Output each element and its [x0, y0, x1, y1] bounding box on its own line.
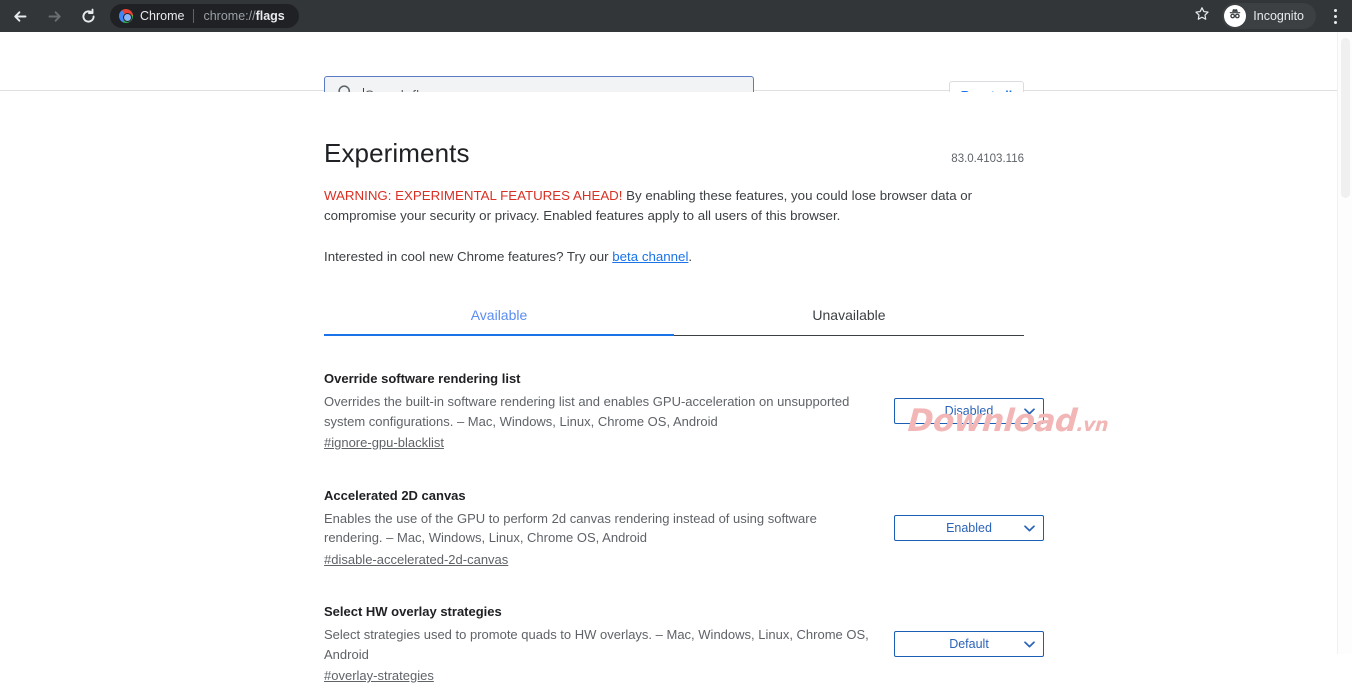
flags-page: Search flags Reset all Experiments 83.0.…: [0, 32, 1352, 683]
chrome-menu-button[interactable]: [1322, 2, 1348, 30]
back-button[interactable]: [6, 2, 34, 30]
flag-row: Override software rendering list Overrid…: [324, 336, 1044, 453]
warning-paragraph: WARNING: EXPERIMENTAL FEATURES AHEAD! By…: [324, 186, 984, 226]
flag-select-holder: Enabled: [894, 514, 1044, 541]
star-icon: [1194, 6, 1210, 27]
flag-anchor-link[interactable]: #overlay-strategies: [324, 666, 434, 686]
flag-select-holder: Default: [894, 631, 1044, 657]
flag-select-wrapper: Disabled: [894, 398, 1044, 424]
address-bar[interactable]: Chrome chrome://flags: [110, 4, 299, 28]
flag-title: Override software rendering list: [324, 371, 521, 386]
scrollbar-thumb[interactable]: [1341, 38, 1350, 198]
url-text: chrome://flags: [203, 9, 284, 23]
flag-title: Accelerated 2D canvas: [324, 487, 466, 503]
beta-channel-link[interactable]: beta channel: [612, 249, 688, 264]
flags-list: Override software rendering list Overrid…: [324, 336, 1044, 686]
beta-prefix-text: Interested in cool new Chrome features? …: [324, 249, 613, 264]
flag-state-select[interactable]: Enabled: [894, 514, 1044, 541]
flag-description-text: Select strategies used to promote quads …: [324, 627, 869, 662]
flag-description: Overrides the built-in software renderin…: [324, 392, 870, 453]
incognito-indicator[interactable]: Incognito: [1222, 3, 1316, 29]
flag-select-holder: Disabled: [894, 398, 1044, 424]
flag-title: Select HW overlay strategies: [324, 604, 502, 619]
flags-inner-column: Experiments 83.0.4103.116 WARNING: EXPER…: [324, 92, 1044, 686]
tab-unavailable[interactable]: Unavailable: [674, 295, 1024, 335]
incognito-avatar: [1224, 5, 1247, 27]
incognito-label: Incognito: [1253, 9, 1304, 23]
flag-text-block: Override software rendering list Overrid…: [324, 370, 870, 453]
toolbar-right-actions: Incognito: [1188, 2, 1352, 30]
browser-toolbar: Chrome chrome://flags Incognito: [0, 0, 1352, 32]
url-scheme: chrome://: [203, 9, 256, 23]
reload-button[interactable]: [74, 2, 102, 30]
flag-anchor-link[interactable]: #ignore-gpu-blacklist: [324, 433, 444, 453]
bookmark-star-button[interactable]: [1188, 2, 1216, 30]
warning-prefix: WARNING: EXPERIMENTAL FEATURES AHEAD!: [324, 188, 623, 203]
tab-available[interactable]: Available: [324, 295, 674, 336]
flags-tabs: Available Unavailable: [324, 295, 1024, 336]
app-name-label: Chrome: [140, 9, 185, 23]
flag-text-block: Accelerated 2D canvas Enables the use of…: [324, 487, 870, 570]
flag-description-text: Overrides the built-in software renderin…: [324, 394, 850, 429]
flag-description-text: Enables the use of the GPU to perform 2d…: [324, 510, 817, 546]
flag-anchor-link[interactable]: #disable-accelerated-2d-canvas: [324, 550, 508, 570]
url-path: flags: [255, 9, 285, 23]
flag-description: Enables the use of the GPU to perform 2d…: [324, 509, 870, 570]
flag-row: Select HW overlay strategies Select stra…: [324, 569, 1044, 686]
beta-channel-paragraph: Interested in cool new Chrome features? …: [324, 247, 1024, 267]
flag-state-select[interactable]: Disabled: [894, 398, 1044, 424]
page-title: Experiments: [324, 138, 470, 168]
flag-state-select[interactable]: Default: [894, 631, 1044, 657]
flag-description: Select strategies used to promote quads …: [324, 625, 870, 686]
incognito-icon: [1227, 6, 1243, 27]
forward-button[interactable]: [40, 2, 68, 30]
three-dot-menu-icon: [1333, 8, 1337, 12]
experiments-header: Experiments 83.0.4103.116: [324, 92, 1024, 166]
forward-arrow-icon: [46, 8, 63, 25]
flags-content: Experiments 83.0.4103.116 WARNING: EXPER…: [0, 92, 1352, 683]
reload-icon: [80, 8, 97, 25]
three-dot-menu-icon-dot3: [1333, 20, 1337, 24]
beta-suffix-text: .: [688, 249, 693, 264]
flag-select-wrapper: Default: [894, 631, 1044, 657]
chrome-logo-icon: [119, 9, 133, 23]
version-label: 83.0.4103.116: [951, 153, 1024, 165]
omnibox-divider: [193, 9, 195, 23]
back-arrow-icon: [12, 8, 29, 25]
three-dot-menu-icon-dot2: [1333, 14, 1337, 18]
flag-select-wrapper: Enabled: [894, 514, 1044, 541]
flag-text-block: Select HW overlay strategies Select stra…: [324, 603, 870, 686]
page-scrollbar[interactable]: [1337, 32, 1352, 654]
flag-row: Accelerated 2D canvas Enables the use of…: [324, 453, 1044, 570]
